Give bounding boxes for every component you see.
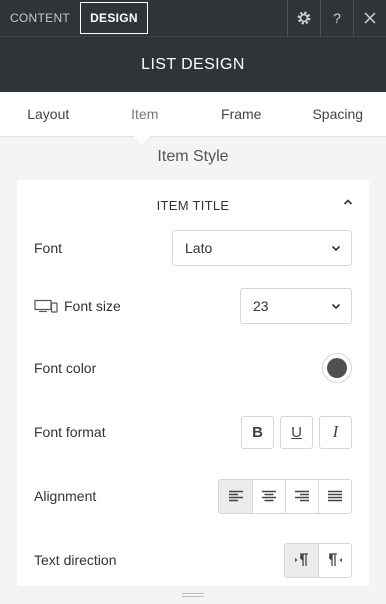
font-select-value: Lato <box>185 240 213 256</box>
alignment-group <box>218 478 352 514</box>
close-button[interactable] <box>353 0 386 36</box>
card-header-label: ITEM TITLE <box>156 197 230 213</box>
alignment-row: Alignment <box>34 478 352 514</box>
rtl-icon <box>329 553 342 566</box>
help-icon: ? <box>333 10 341 26</box>
chevron-down-icon <box>331 303 341 310</box>
underline-button[interactable]: U <box>280 415 313 449</box>
align-right-icon <box>295 490 309 502</box>
align-justify-button[interactable] <box>318 479 351 513</box>
align-right-button[interactable] <box>285 479 318 513</box>
gear-icon <box>297 11 311 25</box>
font-size-row: Font size 23 <box>34 288 352 324</box>
subtab-item[interactable]: Item <box>97 92 194 136</box>
align-center-button[interactable] <box>252 479 285 513</box>
font-color-row: Font color <box>34 350 352 386</box>
subtab-layout[interactable]: Layout <box>0 92 97 136</box>
section-heading: Item Style <box>157 148 229 165</box>
font-color-label: Font color <box>34 360 97 376</box>
panel-title-bar: LIST DESIGN <box>0 36 386 92</box>
chevron-up-icon[interactable] <box>343 198 353 206</box>
font-color-swatch <box>327 358 347 378</box>
bold-icon: B <box>252 423 263 441</box>
align-justify-icon <box>328 490 342 502</box>
active-tab-indicator <box>134 136 150 144</box>
subtab-frame[interactable]: Frame <box>193 92 290 136</box>
subtab-spacing[interactable]: Spacing <box>290 92 386 136</box>
text-direction-group <box>284 542 352 578</box>
font-format-row: Font format B U I <box>34 414 352 450</box>
help-button[interactable]: ? <box>320 0 353 36</box>
font-label: Font <box>34 240 63 256</box>
desktop-mobile-icon[interactable] <box>34 299 58 313</box>
underline-icon: U <box>291 423 302 441</box>
chevron-down-icon <box>331 245 341 252</box>
font-size-select[interactable]: 23 <box>240 288 352 324</box>
item-title-card: ITEM TITLE Font Lato Font size 23 Font c… <box>17 180 369 586</box>
tab-design[interactable]: DESIGN <box>80 2 148 34</box>
resize-handle-icon[interactable] <box>182 592 204 598</box>
top-bar: CONTENT DESIGN ? <box>0 0 386 36</box>
card-header[interactable]: ITEM TITLE <box>17 180 369 230</box>
panel-title: LIST DESIGN <box>141 55 245 73</box>
text-direction-label: Text direction <box>34 552 117 568</box>
rtl-button[interactable] <box>318 543 351 577</box>
italic-button[interactable]: I <box>319 415 352 449</box>
font-size-value: 23 <box>253 298 269 314</box>
align-left-button[interactable] <box>219 479 252 513</box>
ltr-button[interactable] <box>285 543 318 577</box>
font-color-picker[interactable] <box>322 353 352 383</box>
alignment-label: Alignment <box>34 488 97 504</box>
ltr-icon <box>294 553 308 566</box>
align-center-icon <box>262 490 276 502</box>
align-left-icon <box>228 490 243 502</box>
close-icon <box>364 12 376 24</box>
font-size-label: Font size <box>34 298 240 314</box>
font-row: Font Lato <box>34 230 352 266</box>
font-select[interactable]: Lato <box>172 230 352 266</box>
bold-button[interactable]: B <box>241 415 274 449</box>
italic-icon: I <box>332 422 339 441</box>
font-format-label: Font format <box>34 424 106 440</box>
tab-content[interactable]: CONTENT <box>0 0 80 36</box>
settings-button[interactable] <box>287 0 320 36</box>
text-direction-row: Text direction <box>34 542 352 578</box>
design-subtabs: Layout Item Frame Spacing <box>0 92 386 144</box>
